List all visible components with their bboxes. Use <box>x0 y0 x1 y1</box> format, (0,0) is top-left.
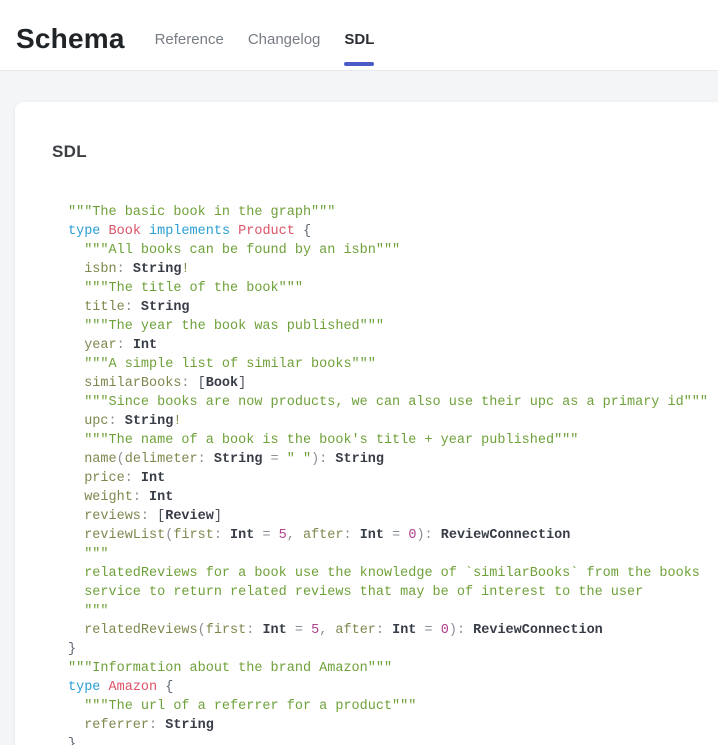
page-title: Schema <box>16 23 125 55</box>
tab-changelog[interactable]: Changelog <box>248 8 321 70</box>
code-line: } <box>68 640 718 659</box>
code-line: relatedReviews for a book use the knowle… <box>68 564 718 583</box>
code-line: """Since books are now products, we can … <box>68 393 718 412</box>
code-line: reviewList(first: Int = 5, after: Int = … <box>68 526 718 545</box>
code-line: type Book implements Product { <box>68 222 718 241</box>
code-line: type Amazon { <box>68 678 718 697</box>
sdl-code-block[interactable]: """The basic book in the graph"""type Bo… <box>68 203 718 745</box>
code-line: """ <box>68 602 718 621</box>
code-line: name(delimeter: String = " "): String <box>68 450 718 469</box>
code-line: """A simple list of similar books""" <box>68 355 718 374</box>
content-area: SDL """The basic book in the graph"""typ… <box>0 71 718 745</box>
code-line: title: String <box>68 298 718 317</box>
tab-changelog-label: Changelog <box>248 31 321 48</box>
code-line: """The title of the book""" <box>68 279 718 298</box>
tab-reference[interactable]: Reference <box>155 8 224 70</box>
code-line: year: Int <box>68 336 718 355</box>
code-line: isbn: String! <box>68 260 718 279</box>
code-line: similarBooks: [Book] <box>68 374 718 393</box>
code-line: service to return related reviews that m… <box>68 583 718 602</box>
code-line: """The year the book was published""" <box>68 317 718 336</box>
sdl-card: SDL """The basic book in the graph"""typ… <box>15 102 718 745</box>
code-line: reviews: [Review] <box>68 507 718 526</box>
code-line: relatedReviews(first: Int = 5, after: In… <box>68 621 718 640</box>
active-tab-indicator <box>344 62 374 66</box>
code-line: """All books can be found by an isbn""" <box>68 241 718 260</box>
code-line: price: Int <box>68 469 718 488</box>
code-line: """The url of a referrer for a product""… <box>68 697 718 716</box>
code-line: upc: String! <box>68 412 718 431</box>
tab-sdl-label: SDL <box>344 31 374 48</box>
tab-bar: Reference Changelog SDL <box>155 8 375 70</box>
code-line: """The name of a book is the book's titl… <box>68 431 718 450</box>
code-line: """Information about the brand Amazon""" <box>68 659 718 678</box>
sdl-heading: SDL <box>52 142 718 162</box>
code-line: weight: Int <box>68 488 718 507</box>
code-line: """The basic book in the graph""" <box>68 203 718 222</box>
code-line: } <box>68 735 718 745</box>
header: Schema Reference Changelog SDL <box>0 0 718 71</box>
tab-reference-label: Reference <box>155 31 224 48</box>
schema-page: Schema Reference Changelog SDL SDL """Th… <box>0 0 718 745</box>
tab-sdl[interactable]: SDL <box>344 8 374 70</box>
code-line: """ <box>68 545 718 564</box>
code-line: referrer: String <box>68 716 718 735</box>
